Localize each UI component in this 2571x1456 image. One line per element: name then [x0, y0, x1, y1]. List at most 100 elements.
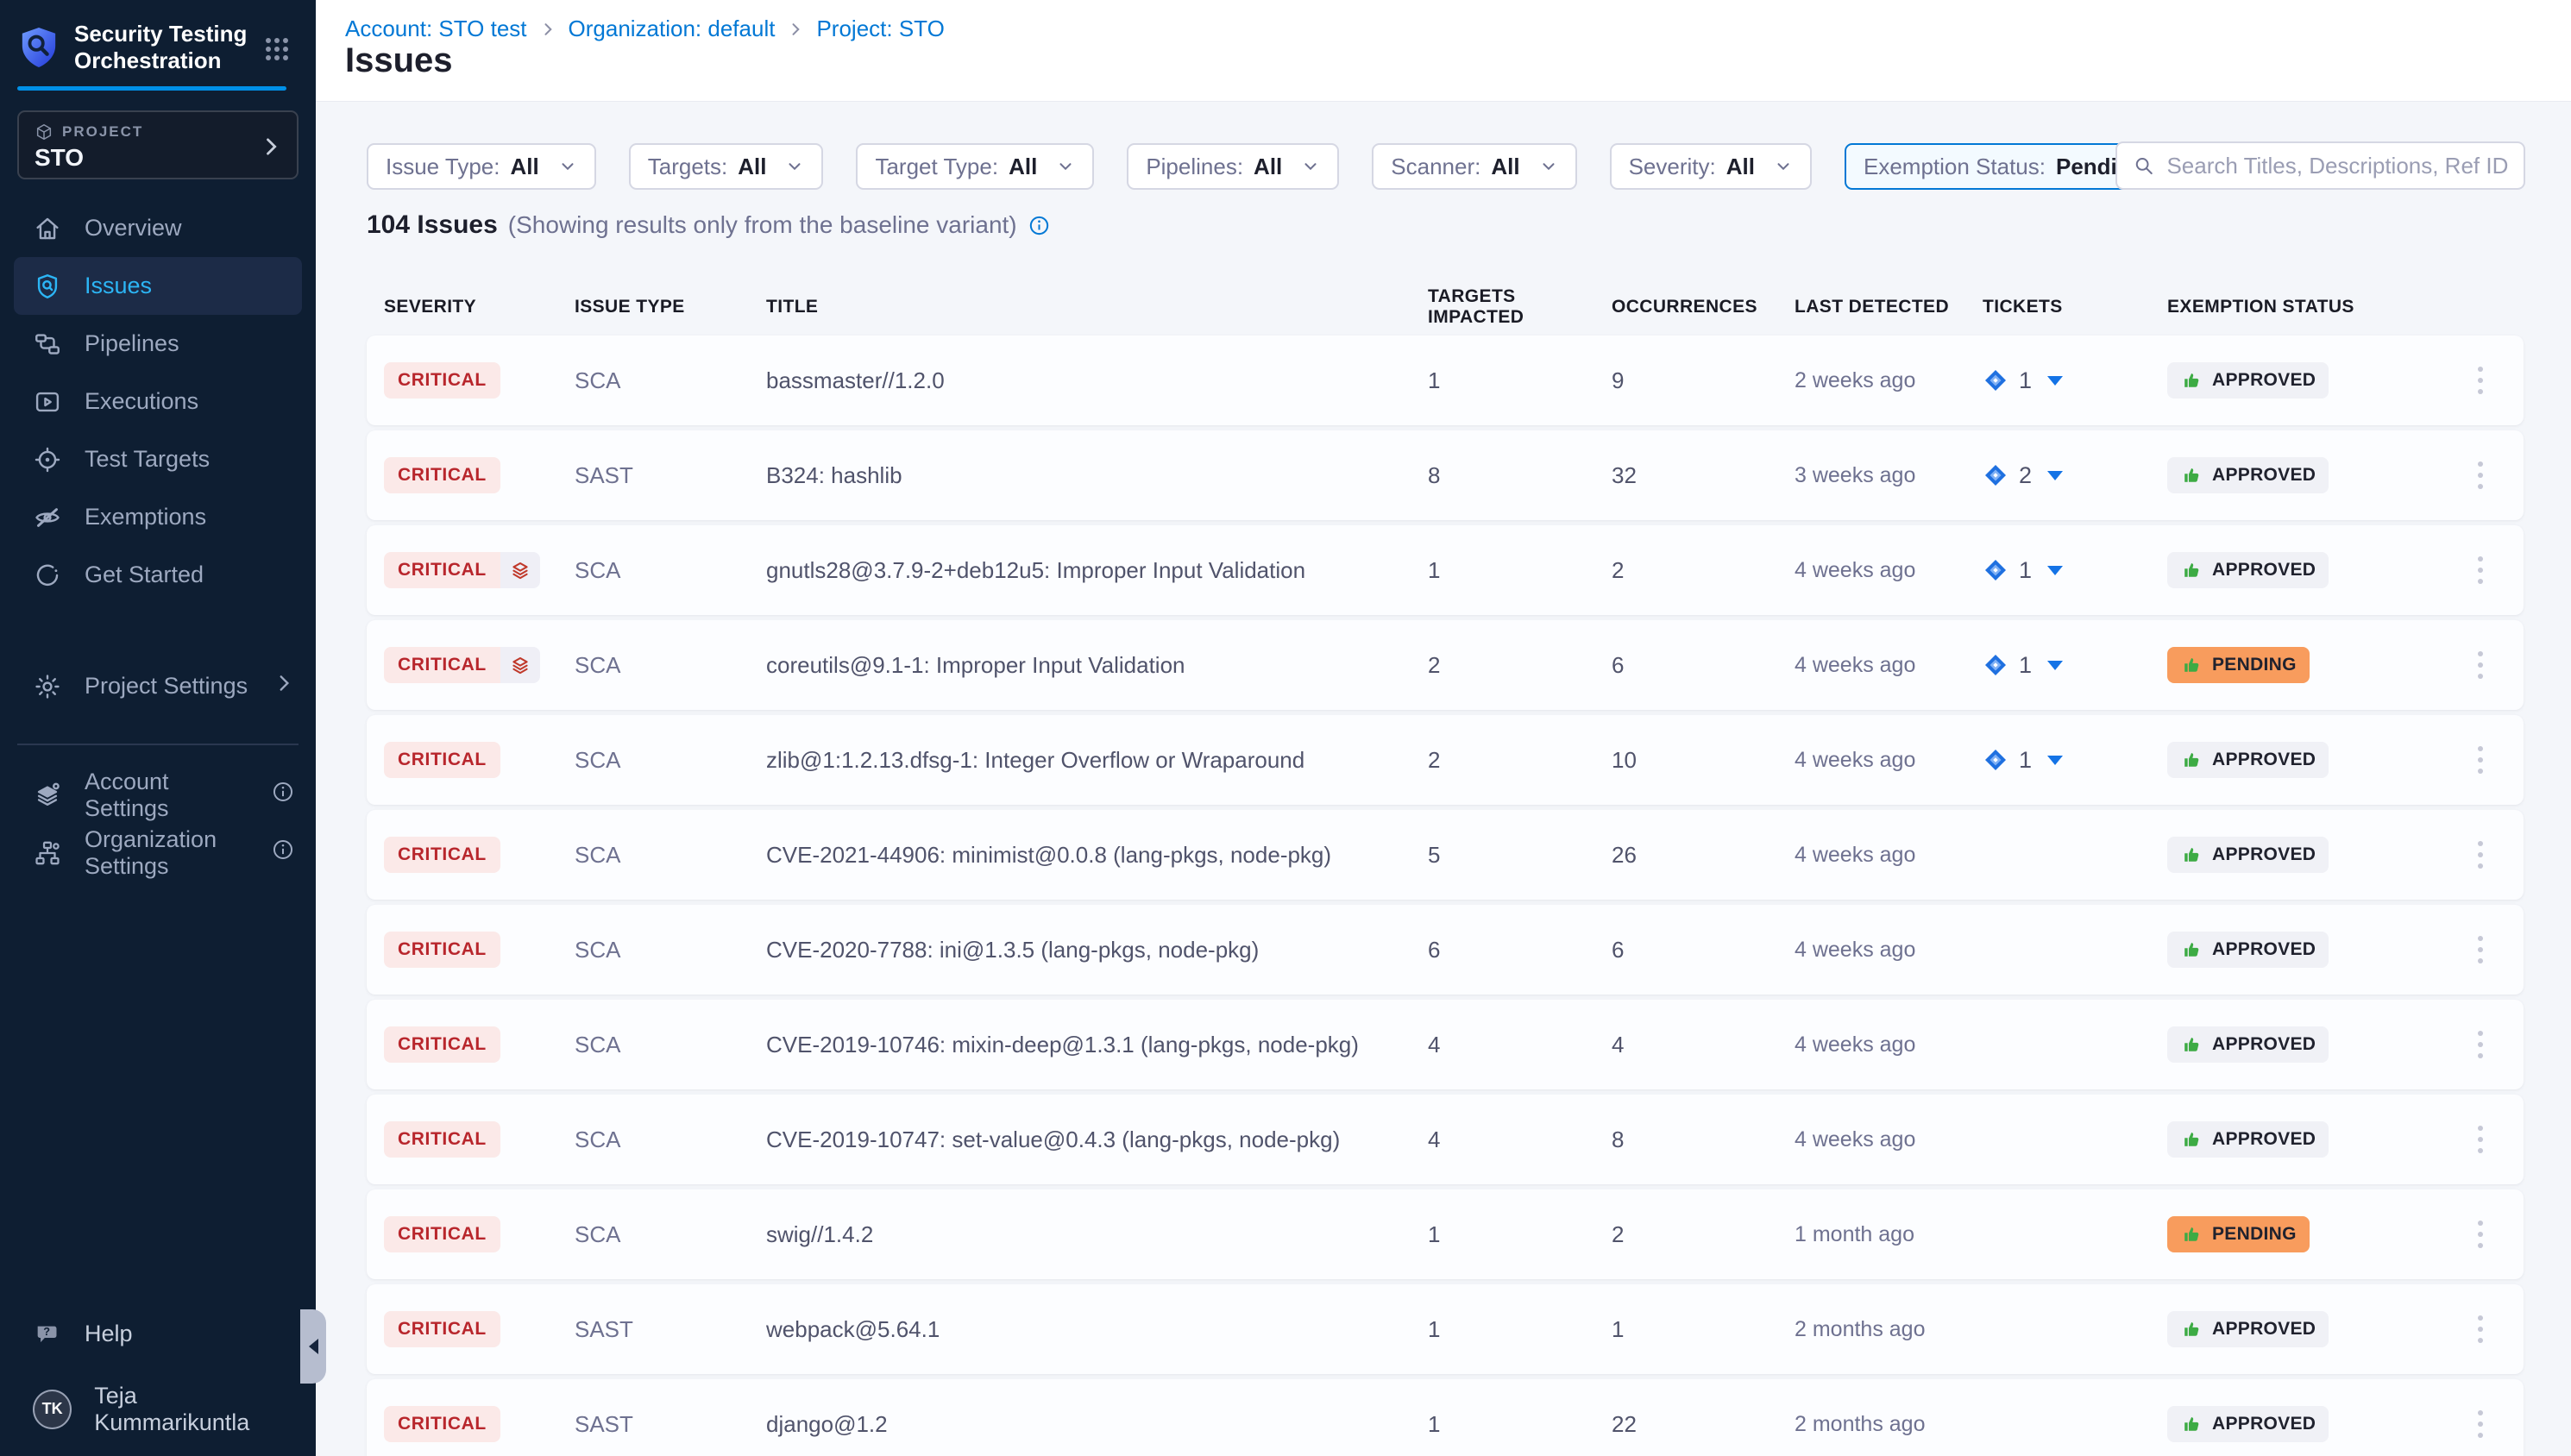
- row-menu-button[interactable]: [2463, 1398, 2498, 1450]
- sidebar-item-issues[interactable]: Issues: [14, 257, 302, 315]
- table-row[interactable]: CRITICAL SAST B324: hashlib 8 32 3 weeks…: [367, 430, 2524, 520]
- row-menu-button[interactable]: [2463, 449, 2498, 501]
- ticket-caret-icon: [2047, 756, 2063, 765]
- severity-label: CRITICAL: [384, 1026, 500, 1063]
- table-row[interactable]: CRITICAL SCA swig//1.4.2 1 2 1 month ago: [367, 1189, 2524, 1279]
- ticket-count: 1: [2019, 652, 2032, 679]
- info-icon[interactable]: [1028, 214, 1051, 237]
- table-row[interactable]: CRITICAL SCA CVE-2021-44906: minimist@0.…: [367, 810, 2524, 900]
- row-menu-button[interactable]: [2463, 1303, 2498, 1355]
- targets-impacted: 2: [1428, 652, 1612, 679]
- sidebar-item-project-settings[interactable]: Project Settings: [0, 657, 316, 715]
- help-button[interactable]: ? Help: [0, 1305, 316, 1363]
- table-row[interactable]: CRITICAL SCA zlib@1:1.2.13.dfsg-1: Integ…: [367, 715, 2524, 805]
- filter-pipelines[interactable]: Pipelines:All: [1127, 143, 1339, 190]
- svg-text:?: ?: [43, 1325, 50, 1338]
- col-targets-impacted: TARGETS IMPACTED: [1428, 286, 1612, 328]
- ticket-dropdown[interactable]: 2: [1983, 462, 2167, 489]
- filter-issue-type[interactable]: Issue Type:All: [367, 143, 596, 190]
- sidebar-item-get-started[interactable]: Get Started: [0, 546, 316, 604]
- row-menu-button[interactable]: [2463, 639, 2498, 691]
- targets-impacted: 5: [1428, 842, 1612, 869]
- org-hierarchy-gear-icon: [33, 838, 62, 868]
- thumbs-up-icon: [2180, 938, 2203, 961]
- targets-impacted: 1: [1428, 1221, 1612, 1248]
- table-row[interactable]: CRITICAL SCA gnutls28@3.7.9-2+deb12u5: I…: [367, 525, 2524, 615]
- sidebar-item-label: Account Settings: [85, 769, 248, 822]
- ticket-count: 2: [2019, 462, 2032, 489]
- row-menu-button[interactable]: [2463, 829, 2498, 881]
- sidebar-item-label: Exemptions: [85, 504, 206, 530]
- search-input[interactable]: [2166, 153, 2508, 179]
- chevron-down-icon: [1774, 157, 1793, 176]
- table-row[interactable]: CRITICAL SAST django@1.2 1 22 2 months a…: [367, 1379, 2524, 1456]
- ticket-dropdown[interactable]: 1: [1983, 557, 2167, 584]
- filter-scanner[interactable]: Scanner:All: [1372, 143, 1576, 190]
- module-grid-icon[interactable]: [264, 36, 290, 66]
- exemption-status-badge: APPROVED: [2167, 552, 2329, 588]
- ticket-dropdown[interactable]: 1: [1983, 367, 2167, 394]
- user-menu[interactable]: TK Teja Kummarikuntla: [0, 1380, 316, 1438]
- project-selector[interactable]: PROJECT STO: [17, 110, 299, 179]
- sidebar-item-overview[interactable]: Overview: [0, 199, 316, 257]
- info-icon[interactable]: [271, 838, 295, 868]
- row-menu-button[interactable]: [2463, 544, 2498, 596]
- search-icon: [2133, 154, 2154, 178]
- occurrences: 4: [1612, 1032, 1795, 1058]
- exemption-status-badge: APPROVED: [2167, 1311, 2329, 1347]
- issue-type: SAST: [575, 1316, 766, 1343]
- filters-row: Issue Type:All Targets:All Target Type:A…: [367, 143, 2233, 190]
- sidebar-item-executions[interactable]: Executions: [0, 373, 316, 430]
- info-icon[interactable]: [271, 780, 295, 810]
- last-detected: 3 weeks ago: [1795, 463, 1983, 488]
- row-menu-button[interactable]: [2463, 1114, 2498, 1165]
- ticket-dropdown[interactable]: 1: [1983, 747, 2167, 774]
- table-row[interactable]: CRITICAL SCA CVE-2020-7788: ini@1.3.5 (l…: [367, 905, 2524, 995]
- module-accent-bar: [17, 86, 286, 91]
- layers-gear-icon: [33, 781, 62, 810]
- ticket-dropdown[interactable]: 1: [1983, 652, 2167, 679]
- exemption-status-label: APPROVED: [2212, 1414, 2316, 1434]
- filter-severity[interactable]: Severity:All: [1610, 143, 1812, 190]
- issues-count-line: 104 Issues (Showing results only from th…: [367, 210, 1051, 240]
- table-row[interactable]: CRITICAL SCA CVE-2019-10747: set-value@0…: [367, 1095, 2524, 1184]
- row-menu-button[interactable]: [2463, 355, 2498, 406]
- exemption-status-label: APPROVED: [2212, 844, 2316, 865]
- sto-shield-logo-icon: [19, 26, 59, 69]
- table-row[interactable]: CRITICAL SCA CVE-2019-10746: mixin-deep@…: [367, 1000, 2524, 1089]
- breadcrumb-account-link[interactable]: Account: STO test: [345, 16, 527, 42]
- row-menu-button[interactable]: [2463, 924, 2498, 976]
- severity-badge: CRITICAL: [384, 932, 500, 968]
- issues-count-note: (Showing results only from the baseline …: [508, 211, 1017, 239]
- sidebar-item-account-settings[interactable]: Account Settings: [0, 766, 316, 824]
- exemption-status-label: PENDING: [2212, 1224, 2297, 1245]
- jira-icon: [1983, 747, 2008, 773]
- targets-impacted: 4: [1428, 1032, 1612, 1058]
- breadcrumb-org-link[interactable]: Organization: default: [569, 16, 776, 42]
- filter-targets[interactable]: Targets:All: [629, 143, 824, 190]
- row-menu-button[interactable]: [2463, 734, 2498, 786]
- breadcrumb-project-link[interactable]: Project: STO: [816, 16, 944, 42]
- sidebar-header: Security Testing Orchestration: [0, 0, 316, 102]
- chevron-down-icon: [785, 157, 804, 176]
- sidebar-item-organization-settings[interactable]: Organization Settings: [0, 824, 316, 882]
- row-menu-button[interactable]: [2463, 1208, 2498, 1260]
- table-row[interactable]: CRITICAL SAST webpack@5.64.1 1 1 2 month…: [367, 1284, 2524, 1374]
- table-row[interactable]: CRITICAL SCA coreutils@9.1-1: Improper I…: [367, 620, 2524, 710]
- sidebar-item-exemptions[interactable]: Exemptions: [0, 488, 316, 546]
- thumbs-up-icon: [2180, 559, 2203, 581]
- home-icon: [33, 214, 62, 243]
- col-tickets: TICKETS: [1983, 297, 2167, 317]
- sidebar-item-test-targets[interactable]: Test Targets: [0, 430, 316, 488]
- occurrences: 6: [1612, 937, 1795, 963]
- filter-target-type[interactable]: Target Type:All: [856, 143, 1094, 190]
- row-menu-button[interactable]: [2463, 1019, 2498, 1070]
- exemption-status-badge: APPROVED: [2167, 362, 2329, 399]
- sidebar-item-pipelines[interactable]: Pipelines: [0, 315, 316, 373]
- severity-label: CRITICAL: [384, 1121, 500, 1158]
- sidebar-collapse-handle[interactable]: [300, 1309, 326, 1384]
- ticket-count: 1: [2019, 747, 2032, 774]
- table-row[interactable]: CRITICAL SCA bassmaster//1.2.0 1 9 2 wee…: [367, 336, 2524, 425]
- stacked-issues-icon: [500, 552, 540, 588]
- page-header: Account: STO test Organization: default …: [316, 0, 2571, 102]
